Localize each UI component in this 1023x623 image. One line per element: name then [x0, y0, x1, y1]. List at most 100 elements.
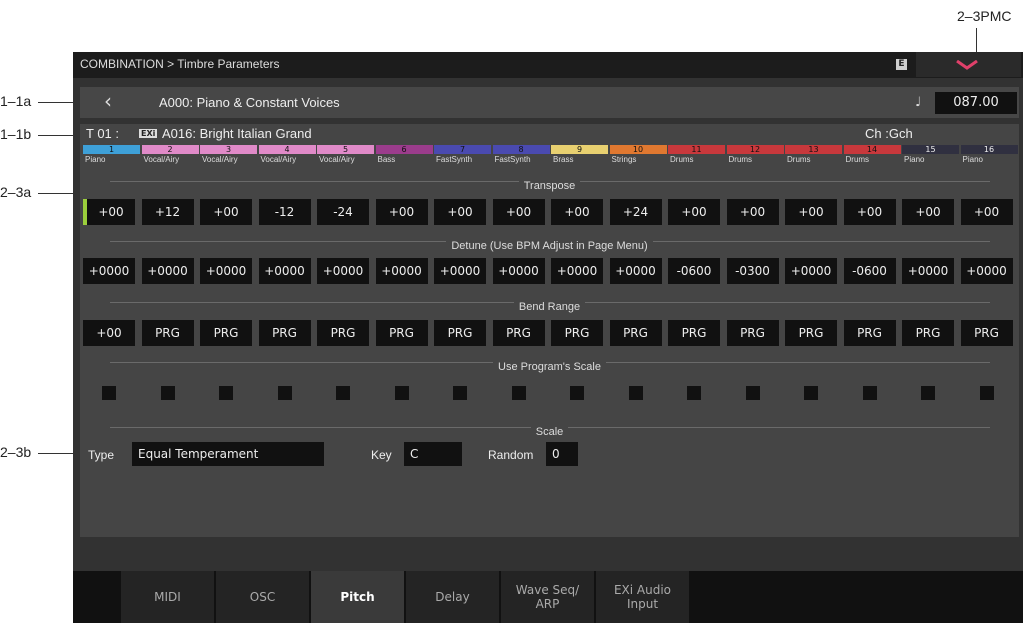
- transpose-field-13[interactable]: +00: [785, 199, 837, 225]
- use-program-scale-checkbox-7[interactable]: [453, 386, 467, 400]
- bend-range-field-2[interactable]: PRG: [141, 320, 194, 346]
- transpose-field-11[interactable]: +00: [668, 199, 720, 225]
- timbre-number: 14: [843, 145, 901, 154]
- tab-exi-audio-input[interactable]: EXi Audio Input: [596, 571, 689, 623]
- timbre-category: Piano: [85, 155, 106, 164]
- bend-range-field-7[interactable]: PRG: [434, 320, 486, 346]
- use-program-scale-checkbox-2[interactable]: [160, 386, 175, 400]
- detune-field-12[interactable]: -0300: [726, 258, 779, 284]
- detune-field-4[interactable]: +0000: [258, 258, 311, 284]
- detune-field-7[interactable]: +0000: [434, 258, 486, 284]
- use-program-scale-checkbox-1[interactable]: [102, 386, 116, 400]
- scale-type-field[interactable]: Equal Temperament: [132, 442, 324, 466]
- bend-range-field-3[interactable]: PRG: [200, 320, 252, 346]
- bend-range-field-1[interactable]: +00: [83, 320, 135, 346]
- detune-field-5[interactable]: +0000: [317, 258, 369, 284]
- bend-range-field-8[interactable]: PRG: [492, 320, 545, 346]
- timbre-category: FastSynth: [436, 155, 473, 164]
- use-program-scale-checkbox-9[interactable]: [570, 386, 584, 400]
- scale-random-field[interactable]: 0: [546, 442, 578, 466]
- use-scale-title: Use Program's Scale: [493, 361, 606, 373]
- use-program-scale-checkbox-14[interactable]: [862, 386, 877, 400]
- bend-range-field-10[interactable]: PRG: [609, 320, 662, 346]
- tab-midi[interactable]: MIDI: [121, 571, 214, 623]
- tempo-field[interactable]: 087.00: [935, 92, 1017, 114]
- timbre-number: 4: [258, 145, 316, 154]
- timbre-number: 13: [785, 145, 842, 154]
- timbre-category: Drums: [787, 155, 811, 164]
- timbre-category: Vocal/Airy: [202, 155, 238, 164]
- top-bar: COMBINATION > Timbre Parameters E: [73, 52, 1023, 78]
- detune-field-3[interactable]: +0000: [200, 258, 252, 284]
- timbre-category: Vocal/Airy: [143, 155, 180, 164]
- combination-name[interactable]: A000: Piano & Constant Voices: [159, 95, 340, 110]
- timbre-number: 10: [609, 145, 667, 154]
- transpose-field-6[interactable]: +00: [375, 199, 428, 225]
- bend-range-field-15[interactable]: PRG: [902, 320, 954, 346]
- detune-field-9[interactable]: +0000: [551, 258, 603, 284]
- tab-delay[interactable]: Delay: [406, 571, 499, 623]
- timbre-category: Vocal/Airy: [319, 155, 355, 164]
- detune-field-1[interactable]: +0000: [83, 258, 135, 284]
- scale-key-field[interactable]: C: [404, 442, 462, 466]
- transpose-field-10[interactable]: +24: [609, 199, 662, 225]
- exi-badge: EXi: [139, 129, 158, 138]
- tab-wave-seq-arp[interactable]: Wave Seq/ ARP: [501, 571, 594, 623]
- use-scale-section: Use Program's Scale: [80, 355, 1019, 373]
- detune-field-14[interactable]: -0600: [843, 258, 896, 284]
- scale-random-label: Random: [488, 448, 534, 462]
- transpose-field-15[interactable]: +00: [902, 199, 954, 225]
- detune-field-13[interactable]: +0000: [785, 258, 837, 284]
- use-program-scale-checkbox-5[interactable]: [336, 386, 350, 400]
- bend-range-field-5[interactable]: PRG: [317, 320, 369, 346]
- use-program-scale-checkbox-15[interactable]: [921, 386, 935, 400]
- use-program-scale-checkbox-10[interactable]: [628, 386, 643, 400]
- use-program-scale-checkbox-16[interactable]: [979, 386, 994, 400]
- transpose-field-3[interactable]: +00: [200, 199, 252, 225]
- bend-range-field-11[interactable]: PRG: [668, 320, 720, 346]
- transpose-field-1[interactable]: +00: [83, 199, 135, 225]
- transpose-field-16[interactable]: +00: [960, 199, 1013, 225]
- tab-pitch[interactable]: Pitch: [311, 571, 404, 623]
- use-program-scale-checkbox-12[interactable]: [745, 386, 760, 400]
- transpose-field-2[interactable]: +12: [141, 199, 194, 225]
- transpose-field-7[interactable]: +00: [434, 199, 486, 225]
- chevron-left-icon[interactable]: ‹: [104, 89, 112, 113]
- detune-field-2[interactable]: +0000: [141, 258, 194, 284]
- transpose-field-8[interactable]: +00: [492, 199, 545, 225]
- use-program-scale-checkbox-4[interactable]: [277, 386, 292, 400]
- bend-range-field-4[interactable]: PRG: [258, 320, 311, 346]
- detune-field-8[interactable]: +0000: [492, 258, 545, 284]
- transpose-field-5[interactable]: -24: [317, 199, 369, 225]
- transpose-field-14[interactable]: +00: [843, 199, 896, 225]
- detune-section: Detune (Use BPM Adjust in Page Menu): [80, 234, 1019, 252]
- page-menu-button[interactable]: [916, 52, 1021, 77]
- transpose-field-4[interactable]: -12: [258, 199, 311, 225]
- detune-field-11[interactable]: -0600: [668, 258, 720, 284]
- tempo-group: ♩ 087.00: [899, 89, 1019, 116]
- bend-range-field-12[interactable]: PRG: [726, 320, 779, 346]
- use-program-scale-checkbox-8[interactable]: [511, 386, 526, 400]
- use-program-scale-checkbox-11[interactable]: [687, 386, 701, 400]
- transpose-field-12[interactable]: +00: [726, 199, 779, 225]
- callout-1-1a: 1–1a: [0, 93, 32, 109]
- bend-range-field-16[interactable]: PRG: [960, 320, 1013, 346]
- tab-osc[interactable]: OSC: [216, 571, 309, 623]
- scale-type-label: Type: [88, 448, 115, 462]
- detune-field-10[interactable]: +0000: [609, 258, 662, 284]
- page-title: COMBINATION > Timbre Parameters: [80, 57, 280, 71]
- use-program-scale-checkbox-6[interactable]: [394, 386, 409, 400]
- chevron-down-icon: [956, 58, 978, 74]
- timbre-number: 12: [726, 145, 784, 154]
- bend-range-field-6[interactable]: PRG: [375, 320, 428, 346]
- bend-range-field-9[interactable]: PRG: [551, 320, 603, 346]
- bend-range-field-13[interactable]: PRG: [785, 320, 837, 346]
- callout-2-3a-line: [38, 193, 74, 194]
- detune-field-15[interactable]: +0000: [902, 258, 954, 284]
- detune-field-16[interactable]: +0000: [960, 258, 1013, 284]
- use-program-scale-checkbox-13[interactable]: [804, 386, 818, 400]
- transpose-field-9[interactable]: +00: [551, 199, 603, 225]
- detune-field-6[interactable]: +0000: [375, 258, 428, 284]
- bend-range-field-14[interactable]: PRG: [843, 320, 896, 346]
- use-program-scale-checkbox-3[interactable]: [219, 386, 233, 400]
